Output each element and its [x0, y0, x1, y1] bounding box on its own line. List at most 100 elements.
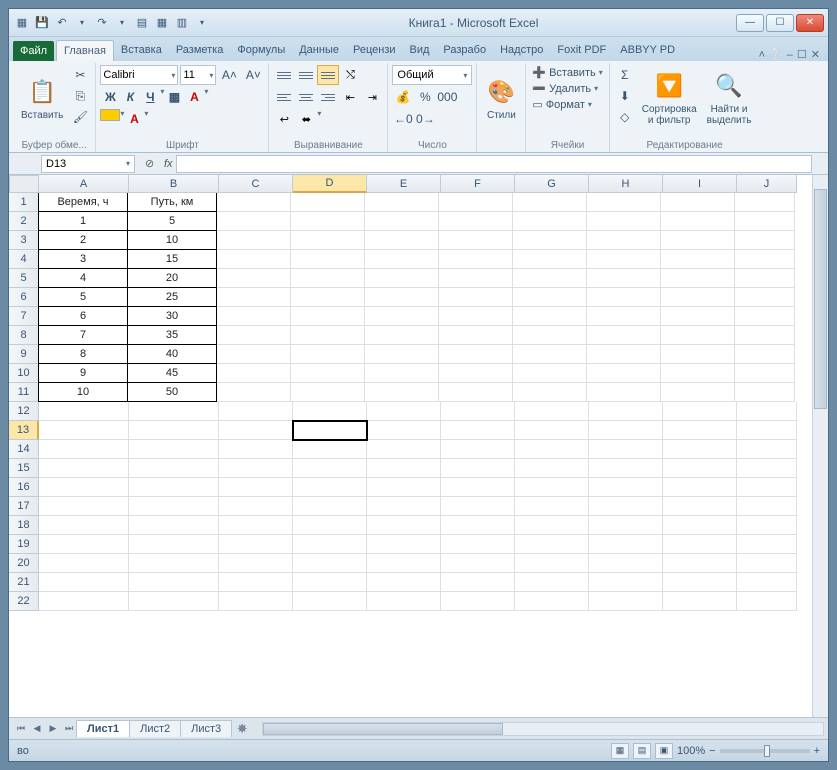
cell[interactable] [217, 383, 291, 402]
format-painter-icon[interactable]: 🖌 [69, 107, 91, 127]
cell[interactable] [219, 459, 293, 478]
tab-главная[interactable]: Главная [56, 40, 114, 61]
cell[interactable] [661, 269, 735, 288]
sheet-tab[interactable]: Лист2 [129, 720, 181, 737]
cell[interactable] [365, 231, 439, 250]
cell[interactable] [291, 345, 365, 364]
cell[interactable] [367, 497, 441, 516]
cell[interactable] [587, 307, 661, 326]
cell[interactable] [365, 383, 439, 402]
cell[interactable] [735, 307, 795, 326]
cell[interactable] [293, 440, 367, 459]
col-header-G[interactable]: G [515, 175, 589, 193]
cell[interactable]: Веремя, ч [38, 193, 128, 212]
cell[interactable] [587, 326, 661, 345]
clear-icon[interactable]: ◇ [614, 107, 636, 127]
tab-вставка[interactable]: Вставка [114, 40, 169, 61]
cell[interactable] [589, 402, 663, 421]
cell[interactable] [291, 231, 365, 250]
tab-разрабо[interactable]: Разрабо [436, 40, 493, 61]
number-format-select[interactable]: Общий▾ [392, 65, 472, 85]
minimize-button[interactable]: — [736, 14, 764, 32]
cell[interactable] [367, 592, 441, 611]
cell[interactable] [515, 421, 589, 440]
cell[interactable] [217, 212, 291, 231]
cell[interactable] [737, 535, 797, 554]
cell[interactable]: 7 [38, 325, 128, 345]
undo-dropdown-icon[interactable]: ▾ [73, 14, 91, 32]
indent-inc-icon[interactable]: ⇥ [361, 87, 383, 107]
row-header[interactable]: 17 [9, 497, 39, 516]
cell[interactable] [515, 440, 589, 459]
cell[interactable]: 8 [38, 344, 128, 364]
cell[interactable] [515, 497, 589, 516]
cell[interactable] [219, 516, 293, 535]
cell[interactable]: 10 [38, 382, 128, 402]
align-right-icon[interactable] [317, 87, 339, 107]
cell[interactable] [365, 269, 439, 288]
col-header-I[interactable]: I [663, 175, 737, 193]
cell[interactable] [129, 421, 219, 440]
cell[interactable]: 15 [127, 249, 217, 269]
cell[interactable]: 25 [127, 287, 217, 307]
cell[interactable] [735, 250, 795, 269]
cell[interactable] [217, 269, 291, 288]
cell[interactable] [219, 478, 293, 497]
undo-icon[interactable]: ↶ [53, 14, 71, 32]
align-middle-icon[interactable] [295, 65, 317, 85]
cell[interactable]: 4 [38, 268, 128, 288]
cell[interactable] [663, 516, 737, 535]
row-header[interactable]: 8 [9, 326, 39, 345]
cell[interactable] [293, 535, 367, 554]
cell[interactable] [587, 345, 661, 364]
cell[interactable] [219, 554, 293, 573]
font-name-select[interactable]: Calibri▾ [100, 65, 178, 85]
cell[interactable]: 5 [38, 287, 128, 307]
cell[interactable] [365, 345, 439, 364]
cell[interactable] [39, 516, 129, 535]
cell[interactable] [367, 440, 441, 459]
cell[interactable] [663, 459, 737, 478]
cell[interactable] [367, 459, 441, 478]
formula-bar[interactable] [176, 155, 812, 173]
fill-icon[interactable]: ⬇ [614, 86, 636, 106]
col-header-C[interactable]: C [219, 175, 293, 193]
cell[interactable] [515, 573, 589, 592]
bold-button[interactable]: Ж [100, 87, 120, 107]
cell[interactable] [513, 307, 587, 326]
row-header[interactable]: 19 [9, 535, 39, 554]
sheet-nav-first-icon[interactable]: ⏮ [13, 721, 29, 737]
cell[interactable] [587, 288, 661, 307]
cell[interactable] [515, 592, 589, 611]
cell[interactable]: 30 [127, 306, 217, 326]
cell[interactable] [589, 459, 663, 478]
cell[interactable] [587, 383, 661, 402]
cell[interactable] [293, 573, 367, 592]
cell[interactable] [365, 307, 439, 326]
cell[interactable] [515, 516, 589, 535]
cell[interactable] [661, 193, 735, 212]
cell[interactable] [219, 592, 293, 611]
cell[interactable] [587, 212, 661, 231]
cell[interactable] [293, 497, 367, 516]
tab-надстро[interactable]: Надстро [493, 40, 550, 61]
font-color-button[interactable]: A [124, 109, 144, 129]
cell[interactable]: 35 [127, 325, 217, 345]
cell[interactable] [291, 288, 365, 307]
cell[interactable] [737, 497, 797, 516]
decimal-inc-icon[interactable]: ←0 [392, 109, 414, 129]
cell[interactable] [661, 250, 735, 269]
cell[interactable] [439, 193, 513, 212]
row-header[interactable]: 3 [9, 231, 39, 250]
cell[interactable] [39, 554, 129, 573]
percent-icon[interactable]: % [414, 87, 436, 107]
cell[interactable] [735, 345, 795, 364]
shrink-font-icon[interactable]: A˅ [242, 65, 264, 85]
cell[interactable] [735, 288, 795, 307]
cell[interactable] [219, 440, 293, 459]
row-header[interactable]: 20 [9, 554, 39, 573]
cell[interactable] [367, 421, 441, 440]
cell[interactable] [439, 326, 513, 345]
new-sheet-icon[interactable]: ✸ [232, 721, 252, 737]
cell[interactable] [129, 592, 219, 611]
